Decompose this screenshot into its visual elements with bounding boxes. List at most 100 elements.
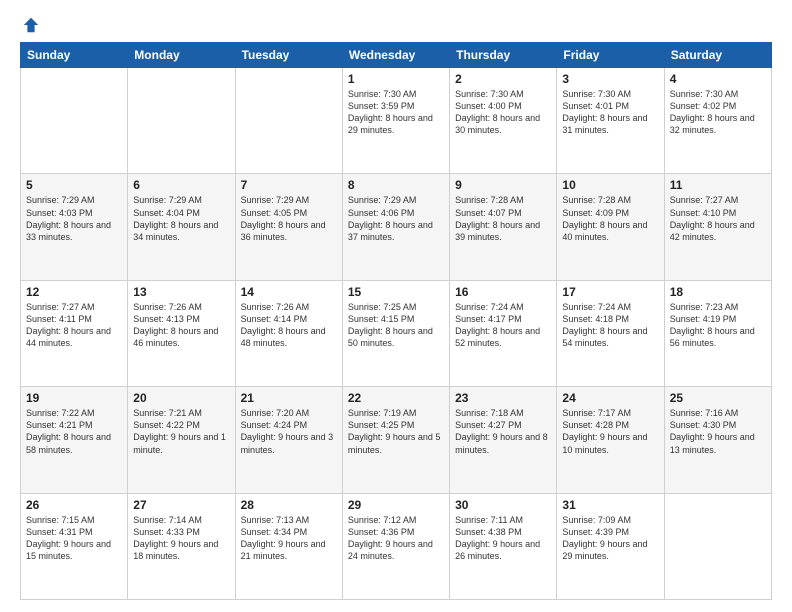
day-number: 30 [455,498,551,512]
day-info: Sunrise: 7:28 AM Sunset: 4:07 PM Dayligh… [455,194,551,243]
weekday-header-friday: Friday [557,43,664,68]
calendar-cell: 4 Sunrise: 7:30 AM Sunset: 4:02 PM Daylig… [664,68,771,174]
day-info: Sunrise: 7:30 AM Sunset: 4:00 PM Dayligh… [455,88,551,137]
day-info: Sunrise: 7:29 AM Sunset: 4:05 PM Dayligh… [241,194,337,243]
calendar-cell: 5Sunrise: 7:29 AM Sunset: 4:03 PM Daylig… [21,174,128,280]
calendar-cell [128,68,235,174]
calendar-week-2: 5Sunrise: 7:29 AM Sunset: 4:03 PM Daylig… [21,174,772,280]
weekday-header-thursday: Thursday [450,43,557,68]
calendar-cell: 14 Sunrise: 7:26 AM Sunset: 4:14 PM Dayli… [235,280,342,386]
day-number: 3 [562,72,658,86]
header [20,16,772,34]
weekday-header-wednesday: Wednesday [342,43,449,68]
day-info: Sunrise: 7:15 AM Sunset: 4:31 PM Dayligh… [26,514,122,563]
day-info: Sunrise: 7:16 AM Sunset: 4:30 PM Dayligh… [670,407,766,456]
day-info: Sunrise: 7:29 AM Sunset: 4:04 PM Dayligh… [133,194,229,243]
calendar-week-5: 26 Sunrise: 7:15 AM Sunset: 4:31 PM Dayli… [21,493,772,599]
day-number: 2 [455,72,551,86]
day-info: Sunrise: 7:29 AM Sunset: 4:06 PM Dayligh… [348,194,444,243]
calendar-cell: 18 Sunrise: 7:23 AM Sunset: 4:19 PM Dayli… [664,280,771,386]
day-number: 15 [348,285,444,299]
calendar-cell: 7 Sunrise: 7:29 AM Sunset: 4:05 PM Daylig… [235,174,342,280]
calendar-cell: 8 Sunrise: 7:29 AM Sunset: 4:06 PM Daylig… [342,174,449,280]
day-info: Sunrise: 7:30 AM Sunset: 4:02 PM Dayligh… [670,88,766,137]
day-info: Sunrise: 7:21 AM Sunset: 4:22 PM Dayligh… [133,407,229,456]
calendar-cell: 25 Sunrise: 7:16 AM Sunset: 4:30 PM Dayli… [664,387,771,493]
calendar-week-4: 19 Sunrise: 7:22 AM Sunset: 4:21 PM Dayli… [21,387,772,493]
calendar-cell: 19 Sunrise: 7:22 AM Sunset: 4:21 PM Dayli… [21,387,128,493]
calendar-cell: 13 Sunrise: 7:26 AM Sunset: 4:13 PM Dayli… [128,280,235,386]
day-number: 29 [348,498,444,512]
day-info: Sunrise: 7:12 AM Sunset: 4:36 PM Dayligh… [348,514,444,563]
calendar-cell: 12 Sunrise: 7:27 AM Sunset: 4:11 PM Dayli… [21,280,128,386]
day-info: Sunrise: 7:30 AM Sunset: 4:01 PM Dayligh… [562,88,658,137]
day-info: Sunrise: 7:11 AM Sunset: 4:38 PM Dayligh… [455,514,551,563]
day-info: Sunrise: 7:09 AM Sunset: 4:39 PM Dayligh… [562,514,658,563]
day-number: 31 [562,498,658,512]
day-number: 28 [241,498,337,512]
day-number: 23 [455,391,551,405]
calendar-cell: 17Sunrise: 7:24 AM Sunset: 4:18 PM Dayli… [557,280,664,386]
day-info: Sunrise: 7:26 AM Sunset: 4:14 PM Dayligh… [241,301,337,350]
logo [20,16,40,34]
calendar-cell [664,493,771,599]
day-number: 6 [133,178,229,192]
day-info: Sunrise: 7:24 AM Sunset: 4:18 PM Dayligh… [562,301,658,350]
day-number: 26 [26,498,122,512]
calendar-week-1: 1 Sunrise: 7:30 AM Sunset: 3:59 PM Daylig… [21,68,772,174]
calendar-cell: 30 Sunrise: 7:11 AM Sunset: 4:38 PM Dayli… [450,493,557,599]
day-number: 19 [26,391,122,405]
calendar-cell [21,68,128,174]
calendar-cell: 9 Sunrise: 7:28 AM Sunset: 4:07 PM Daylig… [450,174,557,280]
calendar-cell: 16 Sunrise: 7:24 AM Sunset: 4:17 PM Dayli… [450,280,557,386]
calendar-cell: 6 Sunrise: 7:29 AM Sunset: 4:04 PM Daylig… [128,174,235,280]
day-number: 18 [670,285,766,299]
day-info: Sunrise: 7:27 AM Sunset: 4:10 PM Dayligh… [670,194,766,243]
day-number: 21 [241,391,337,405]
day-info: Sunrise: 7:27 AM Sunset: 4:11 PM Dayligh… [26,301,122,350]
calendar-cell: 21Sunrise: 7:20 AM Sunset: 4:24 PM Dayli… [235,387,342,493]
day-number: 7 [241,178,337,192]
day-number: 8 [348,178,444,192]
calendar-cell: 22Sunrise: 7:19 AM Sunset: 4:25 PM Dayli… [342,387,449,493]
day-info: Sunrise: 7:18 AM Sunset: 4:27 PM Dayligh… [455,407,551,456]
calendar-table: SundayMondayTuesdayWednesdayThursdayFrid… [20,42,772,600]
day-info: Sunrise: 7:26 AM Sunset: 4:13 PM Dayligh… [133,301,229,350]
calendar-cell: 15Sunrise: 7:25 AM Sunset: 4:15 PM Dayli… [342,280,449,386]
day-number: 13 [133,285,229,299]
day-number: 16 [455,285,551,299]
day-number: 4 [670,72,766,86]
day-info: Sunrise: 7:29 AM Sunset: 4:03 PM Dayligh… [26,194,122,243]
day-info: Sunrise: 7:23 AM Sunset: 4:19 PM Dayligh… [670,301,766,350]
calendar-cell: 20 Sunrise: 7:21 AM Sunset: 4:22 PM Dayli… [128,387,235,493]
calendar-week-3: 12 Sunrise: 7:27 AM Sunset: 4:11 PM Dayli… [21,280,772,386]
weekday-header-monday: Monday [128,43,235,68]
day-info: Sunrise: 7:28 AM Sunset: 4:09 PM Dayligh… [562,194,658,243]
calendar-cell: 29 Sunrise: 7:12 AM Sunset: 4:36 PM Dayli… [342,493,449,599]
calendar-cell: 11Sunrise: 7:27 AM Sunset: 4:10 PM Dayli… [664,174,771,280]
day-number: 25 [670,391,766,405]
day-number: 9 [455,178,551,192]
day-info: Sunrise: 7:22 AM Sunset: 4:21 PM Dayligh… [26,407,122,456]
day-number: 22 [348,391,444,405]
day-number: 27 [133,498,229,512]
weekday-header-saturday: Saturday [664,43,771,68]
day-info: Sunrise: 7:13 AM Sunset: 4:34 PM Dayligh… [241,514,337,563]
day-number: 1 [348,72,444,86]
day-info: Sunrise: 7:14 AM Sunset: 4:33 PM Dayligh… [133,514,229,563]
day-number: 12 [26,285,122,299]
day-info: Sunrise: 7:30 AM Sunset: 3:59 PM Dayligh… [348,88,444,137]
calendar-cell: 26 Sunrise: 7:15 AM Sunset: 4:31 PM Dayli… [21,493,128,599]
day-info: Sunrise: 7:24 AM Sunset: 4:17 PM Dayligh… [455,301,551,350]
calendar-cell: 2 Sunrise: 7:30 AM Sunset: 4:00 PM Daylig… [450,68,557,174]
calendar-cell [235,68,342,174]
logo-text [20,16,40,34]
weekday-header-sunday: Sunday [21,43,128,68]
day-number: 20 [133,391,229,405]
logo-icon [22,16,40,34]
calendar-cell: 1 Sunrise: 7:30 AM Sunset: 3:59 PM Daylig… [342,68,449,174]
day-number: 10 [562,178,658,192]
day-number: 14 [241,285,337,299]
weekday-header-row: SundayMondayTuesdayWednesdayThursdayFrid… [21,43,772,68]
day-info: Sunrise: 7:17 AM Sunset: 4:28 PM Dayligh… [562,407,658,456]
